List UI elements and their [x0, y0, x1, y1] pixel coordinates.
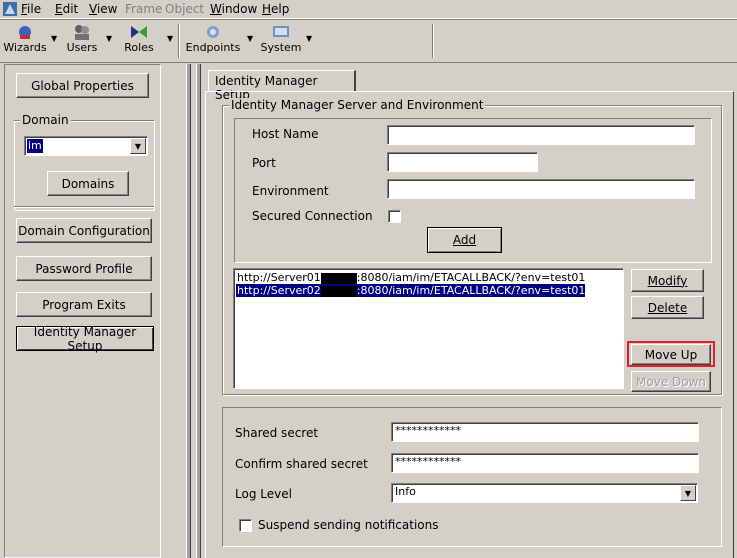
- environment-label: Environment: [252, 184, 329, 198]
- move-up-button[interactable]: Move Up: [631, 344, 711, 365]
- system-icon: [270, 24, 292, 40]
- port-input[interactable]: [387, 152, 538, 172]
- users-dropdown-icon[interactable]: ▼: [106, 34, 112, 43]
- suspend-notifications-checkbox[interactable]: [239, 519, 252, 532]
- log-level-value: Info: [395, 485, 416, 498]
- global-properties-button[interactable]: Global Properties: [16, 73, 149, 98]
- endpoints-label: Endpoints: [185, 41, 241, 54]
- divider: [14, 206, 154, 208]
- domains-button[interactable]: Domains: [47, 171, 129, 196]
- identity-manager-setup-nav-button[interactable]: Identity Manager Setup: [16, 325, 154, 353]
- domain-group: [14, 120, 154, 210]
- wizard-icon: [14, 24, 36, 40]
- delete-button[interactable]: Delete: [631, 296, 704, 319]
- users-icon: [71, 24, 93, 40]
- toolbar: Wizards ▼ Users ▼ Roles ▼ Endpoints ▼ Sy…: [0, 19, 737, 63]
- menu-edit[interactable]: Edit: [55, 2, 78, 16]
- host-name-input[interactable]: [387, 125, 695, 145]
- domain-select-value: im: [27, 139, 43, 153]
- chevron-down-icon[interactable]: ▼: [680, 485, 696, 501]
- suspend-notifications-label: Suspend sending notifications: [258, 518, 439, 532]
- roles-dropdown-icon[interactable]: ▼: [167, 34, 173, 43]
- server-environment-legend: Identity Manager Server and Environment: [229, 98, 486, 112]
- menu-object[interactable]: Object: [165, 2, 204, 16]
- port-label: Port: [252, 156, 276, 170]
- roles-icon: [128, 24, 150, 40]
- menu-bar: File Edit View Frame Object Window Help: [0, 0, 737, 19]
- domain-legend: Domain: [20, 113, 71, 127]
- users-button[interactable]: Users: [62, 22, 102, 60]
- app-icon: [3, 2, 17, 16]
- modify-button[interactable]: Modify: [631, 269, 704, 292]
- server-list[interactable]: http://Server01:8080/iam/im/ETACALLBACK/…: [233, 268, 624, 389]
- system-dropdown-icon[interactable]: ▼: [306, 34, 312, 43]
- endpoints-icon: [202, 24, 224, 40]
- menu-help[interactable]: Help: [262, 2, 289, 16]
- menu-frame[interactable]: Frame: [125, 2, 162, 16]
- users-label: Users: [66, 41, 98, 54]
- host-name-label: Host Name: [252, 127, 319, 141]
- endpoints-button[interactable]: Endpoints: [182, 22, 244, 60]
- roles-label: Roles: [124, 41, 154, 54]
- program-exits-button[interactable]: Program Exits: [16, 292, 152, 317]
- confirm-shared-secret-label: Confirm shared secret: [235, 457, 368, 471]
- password-profile-button[interactable]: Password Profile: [16, 256, 152, 281]
- shared-secret-label: Shared secret: [235, 426, 319, 440]
- domain-select[interactable]: im ▼: [24, 136, 148, 156]
- shared-secret-input[interactable]: ************: [391, 422, 699, 442]
- wizards-label: Wizards: [3, 41, 47, 54]
- menu-file[interactable]: File: [21, 2, 41, 16]
- wizards-button[interactable]: Wizards: [3, 22, 47, 60]
- system-label: System: [260, 41, 302, 54]
- menu-view[interactable]: View: [89, 2, 117, 16]
- wizards-dropdown-icon[interactable]: ▼: [51, 34, 57, 43]
- list-item-selected[interactable]: http://Server02:8080/iam/im/ETACALLBACK/…: [236, 284, 586, 297]
- redacted-block: [320, 272, 357, 284]
- confirm-shared-secret-input[interactable]: ************: [391, 453, 699, 473]
- environment-input[interactable]: [387, 179, 695, 199]
- chevron-down-icon[interactable]: ▼: [130, 138, 146, 154]
- secured-connection-label: Secured Connection: [252, 209, 373, 223]
- splitter[interactable]: [186, 64, 191, 558]
- list-item[interactable]: http://Server01:8080/iam/im/ETACALLBACK/…: [236, 271, 585, 284]
- add-button[interactable]: Add: [427, 227, 502, 253]
- system-button[interactable]: System: [258, 22, 304, 60]
- domain-configuration-button[interactable]: Domain Configuration: [16, 218, 152, 243]
- secured-connection-checkbox[interactable]: [388, 210, 401, 223]
- endpoints-dropdown-icon[interactable]: ▼: [247, 34, 253, 43]
- roles-button[interactable]: Roles: [117, 22, 161, 60]
- tab-identity-manager-setup[interactable]: Identity Manager Setup: [208, 70, 356, 102]
- toolbar-separator: [178, 24, 180, 58]
- menu-window[interactable]: Window: [210, 2, 257, 16]
- log-level-select[interactable]: Info ▼: [391, 483, 698, 503]
- move-down-button[interactable]: Move Down: [631, 371, 711, 392]
- log-level-label: Log Level: [235, 487, 292, 501]
- splitter[interactable]: [196, 64, 201, 558]
- redacted-block: [320, 285, 357, 297]
- toolbar-separator: [432, 24, 434, 58]
